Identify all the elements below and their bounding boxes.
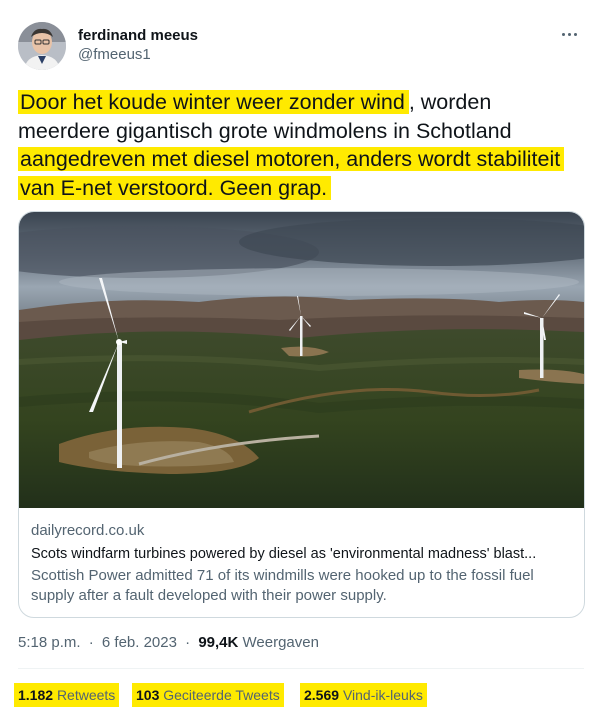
display-name[interactable]: ferdinand meeus [78,27,198,45]
tweet-meta: 5:18 p.m. · 6 feb. 2023 · 99,4K Weergave… [18,633,319,653]
card-description: Scottish Power admitted 71 of its windmi… [31,567,534,604]
avatar-image [18,22,66,70]
tweet: ferdinand meeus @fmeeus1 Door het koude … [0,0,602,723]
quotes-stat[interactable]: 103 Geciteerde Tweets [132,683,284,707]
tweet-time[interactable]: 5:18 p.m. [18,634,81,651]
tweet-text-highlight-1: Door het koude winter weer zonder wind [18,90,409,114]
windfarm-photo [19,212,584,508]
card-domain: dailyrecord.co.uk [31,522,145,539]
author-names: ferdinand meeus @fmeeus1 [78,27,198,65]
likes-count: 2.569 [304,687,340,703]
tweet-header: ferdinand meeus @fmeeus1 [18,22,584,72]
link-card[interactable]: dailyrecord.co.uk Scots windfarm turbine… [18,211,585,618]
more-horizontal-icon[interactable] [556,24,582,44]
meta-separator: · [185,634,191,651]
avatar[interactable] [18,22,66,70]
views-count: 99,4K [198,634,239,651]
handle[interactable]: @fmeeus1 [78,45,198,65]
quotes-label: Geciteerde Tweets [163,687,280,703]
retweets-count: 1.182 [18,687,54,703]
views-label: Weergaven [242,634,319,651]
tweet-text-highlight-2: aangedreven met diesel motoren, anders w… [18,147,565,200]
card-meta: dailyrecord.co.uk Scots windfarm turbine… [31,521,576,606]
likes-label: Vind-ik-leuks [342,687,423,703]
tweet-text: Door het koude winter weer zonder wind, … [18,88,586,202]
meta-separator: · [88,634,94,651]
divider [18,668,584,669]
card-image[interactable] [19,212,584,508]
retweets-label: Retweets [56,687,116,703]
card-title[interactable]: Scots windfarm turbines powered by diese… [31,544,576,565]
tweet-date[interactable]: 6 feb. 2023 [102,634,177,651]
retweets-stat[interactable]: 1.182 Retweets [14,683,120,707]
likes-stat[interactable]: 2.569 Vind-ik-leuks [300,683,427,707]
quotes-count: 103 [136,687,160,703]
